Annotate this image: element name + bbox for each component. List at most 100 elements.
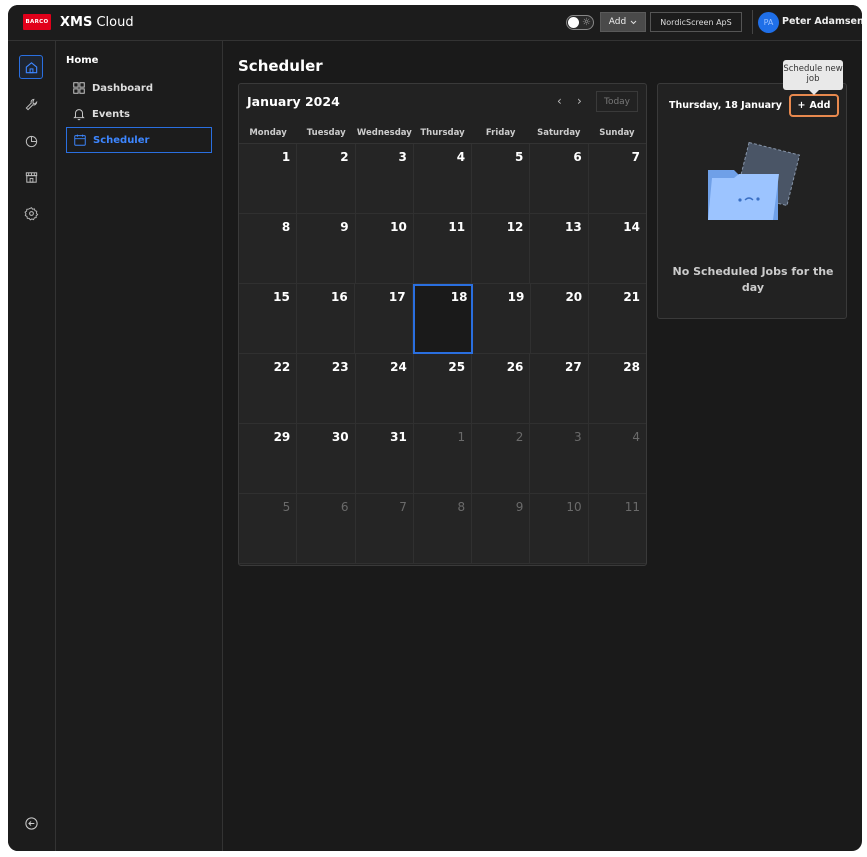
nav-item-scheduler[interactable]: Scheduler (66, 127, 212, 153)
day-number: 2 (515, 430, 524, 444)
barco-logo: BARCO (23, 14, 51, 30)
add-dropdown-label: Add (608, 17, 627, 27)
theme-toggle[interactable]: ☼ (566, 15, 594, 30)
user-name[interactable]: Peter Adamsen (782, 16, 862, 27)
calendar-day[interactable]: 7 (355, 494, 414, 564)
calendar-week-row: 8 9 10 11 12 13 14 (239, 214, 646, 284)
calendar-day[interactable]: 10 (355, 214, 414, 284)
day-number: 24 (390, 360, 407, 374)
wrench-icon[interactable] (19, 92, 43, 116)
calendar-week-row: 1 2 3 4 5 6 7 (239, 144, 646, 214)
calendar-day[interactable]: 12 (472, 214, 531, 284)
day-number: 4 (456, 150, 466, 164)
weekday-label: Saturday (537, 127, 581, 138)
add-job-tooltip: Schedule new job (783, 60, 843, 95)
divider (752, 10, 753, 34)
calendar-day[interactable]: 3 (355, 144, 414, 214)
nav-item-events[interactable]: Events (66, 101, 212, 127)
day-number: 15 (273, 290, 290, 304)
calendar-day[interactable]: 8 (413, 494, 473, 564)
calendar-day[interactable]: 9 (472, 494, 531, 564)
day-number: 5 (282, 500, 291, 514)
chevron-left-icon[interactable]: ‹ (557, 94, 562, 108)
day-number: 20 (565, 290, 583, 304)
organization-selector[interactable]: NordicScreen ApS (650, 12, 742, 32)
app-title: XMS Cloud (60, 15, 134, 30)
calendar-day[interactable]: 3 (530, 424, 589, 494)
day-number: 3 (574, 430, 582, 444)
day-number: 11 (448, 220, 466, 234)
calendar-day[interactable]: 7 (588, 144, 646, 214)
calendar-day[interactable]: 27 (530, 354, 589, 424)
today-button[interactable]: Today (596, 91, 638, 112)
calendar-day[interactable]: 5 (239, 494, 298, 564)
day-number: 23 (331, 360, 349, 374)
calendar-day[interactable]: 31 (355, 424, 414, 494)
empty-folder-icon (708, 142, 801, 220)
day-number: 6 (573, 150, 582, 164)
calendar-day[interactable]: 2 (472, 424, 531, 494)
calendar-day[interactable]: 9 (297, 214, 356, 284)
weekday-header: Monday Tuesday Wednesday Thursday Friday Satu… (239, 122, 646, 144)
calendar-day[interactable]: 4 (588, 424, 646, 494)
calendar-day[interactable]: 23 (297, 354, 356, 424)
page-title: Scheduler (238, 57, 323, 75)
avatar[interactable]: PA (758, 12, 779, 33)
calendar-day[interactable]: 4 (413, 144, 473, 214)
day-number: 7 (631, 150, 640, 164)
selected-date: Thursday, 18 January (669, 100, 782, 111)
calendar-day[interactable]: 29 (239, 424, 298, 494)
calendar-day[interactable]: 15 (239, 284, 297, 354)
calendar-day[interactable]: 10 (530, 494, 589, 564)
day-number: 25 (448, 360, 466, 374)
day-number: 18 (450, 290, 468, 304)
calendar-day[interactable]: 19 (473, 284, 532, 354)
month-calendar: January 2024 ‹ › Today Monday Tuesday Wedn… (238, 83, 647, 566)
calendar-day[interactable]: 30 (297, 424, 356, 494)
calendar-day[interactable]: 26 (472, 354, 531, 424)
collapse-left-icon[interactable] (19, 811, 43, 835)
settings-icon[interactable] (19, 201, 43, 225)
calendar-day[interactable]: 1 (413, 424, 473, 494)
calendar-day[interactable]: 17 (354, 284, 413, 354)
calendar-week-row: 15 16 17 18 19 20 21 (239, 284, 647, 354)
day-number: 5 (515, 150, 524, 164)
calendar-day[interactable]: 24 (355, 354, 414, 424)
pie-chart-icon[interactable] (19, 129, 43, 153)
calendar-day[interactable]: 11 (413, 214, 473, 284)
chevron-right-icon[interactable]: › (577, 94, 582, 108)
calendar-day[interactable]: 14 (588, 214, 646, 284)
day-number: 19 (507, 290, 525, 304)
add-dropdown-button[interactable]: Add (600, 12, 646, 32)
calendar-day[interactable]: 1 (239, 144, 298, 214)
calendar-day-selected[interactable]: 18 (412, 284, 474, 354)
calendar-month-label: January 2024 (247, 94, 340, 109)
add-job-label: Add (809, 100, 831, 111)
day-number: 30 (331, 430, 349, 444)
calendar-day[interactable]: 22 (239, 354, 298, 424)
calendar-day[interactable]: 20 (531, 284, 590, 354)
nav-item-dashboard[interactable]: Dashboard (66, 75, 212, 101)
calendar-day[interactable]: 6 (297, 494, 356, 564)
day-number: 7 (399, 500, 407, 514)
home-icon[interactable] (19, 55, 43, 79)
calendar-week-row: 22 23 24 25 26 27 28 (239, 354, 646, 424)
day-number: 22 (273, 360, 291, 374)
calendar-day[interactable]: 21 (589, 284, 647, 354)
store-icon[interactable] (19, 165, 43, 189)
add-job-button[interactable]: + Add (789, 94, 839, 117)
nav-item-label: Events (92, 108, 130, 120)
calendar-day[interactable]: 16 (296, 284, 355, 354)
day-number: 17 (388, 290, 406, 304)
calendar-day[interactable]: 8 (239, 214, 298, 284)
day-number: 14 (623, 220, 640, 234)
calendar-day[interactable]: 28 (588, 354, 646, 424)
day-number: 12 (506, 220, 524, 234)
calendar-icon (74, 134, 86, 146)
calendar-day[interactable]: 11 (588, 494, 646, 564)
calendar-day[interactable]: 13 (530, 214, 589, 284)
calendar-day[interactable]: 6 (530, 144, 589, 214)
calendar-day[interactable]: 5 (472, 144, 531, 214)
calendar-day[interactable]: 2 (297, 144, 356, 214)
calendar-day[interactable]: 25 (413, 354, 473, 424)
